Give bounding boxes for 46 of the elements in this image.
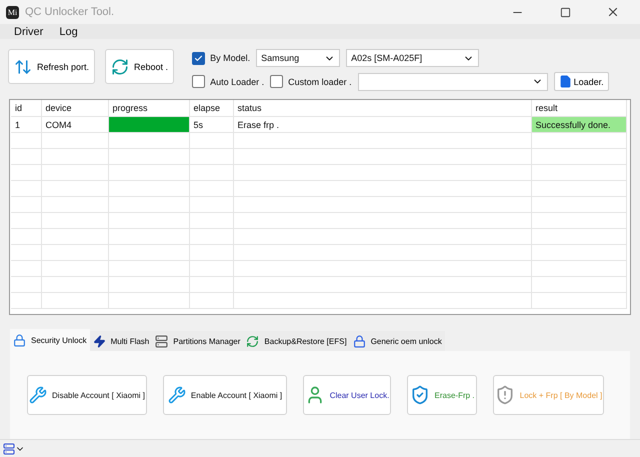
column-header[interactable]: device [41, 100, 108, 116]
brand-select[interactable]: Samsung [256, 49, 340, 67]
tab[interactable]: Backup&Restore [EFS] [243, 331, 350, 351]
table-cell: Erase frp . [233, 116, 531, 132]
loader-button[interactable]: Loader. [554, 72, 609, 91]
window-title: QC Unlocker Tool. [25, 6, 116, 18]
tools-icon [29, 386, 48, 404]
file-icon [558, 75, 572, 88]
tools-icon [168, 386, 186, 404]
tab[interactable]: Multi Flash [90, 331, 152, 351]
arrows-icon [14, 58, 32, 76]
tab[interactable]: Partitions Manager [152, 331, 244, 351]
app-logo: Mi [6, 6, 19, 18]
table-cell: 5s [189, 116, 233, 132]
shield-icon [410, 385, 430, 405]
model-select[interactable]: A02s [SM-A025F] [346, 49, 480, 67]
checkbox[interactable]: Auto Loader . [192, 75, 264, 88]
action-button[interactable]: Erase-Frp . [407, 375, 477, 415]
check-icon [194, 54, 204, 62]
result-cell: Successfully done. [531, 116, 626, 132]
toolbar-button[interactable]: Reboot . [105, 49, 174, 84]
checkbox[interactable]: Custom loader . [270, 75, 352, 88]
checkbox[interactable]: By Model. [192, 52, 250, 64]
shield-icon [494, 385, 515, 405]
server-icon [155, 334, 168, 348]
tab[interactable]: Security Unlock [10, 329, 90, 351]
column-header[interactable]: id [11, 100, 41, 116]
action-button[interactable]: Clear User Lock. [303, 375, 391, 415]
lightning-icon [92, 334, 106, 348]
table-cell: 1 [11, 116, 41, 132]
menu-item[interactable]: Log [59, 26, 78, 38]
column-header[interactable]: status [233, 100, 531, 116]
close-icon[interactable] [606, 5, 620, 19]
maximize-icon[interactable] [560, 6, 570, 18]
lock-icon [13, 334, 26, 346]
action-button[interactable]: Disable Account [ Xiaomi ] [27, 375, 147, 415]
reboot-icon [111, 58, 130, 76]
column-header[interactable]: elapse [189, 100, 233, 116]
table-cell: COM4 [41, 116, 108, 132]
lock-icon [352, 334, 366, 348]
tab[interactable]: Generic oem unlock [350, 331, 445, 351]
menu-item[interactable]: Driver [14, 26, 44, 38]
toolbar-button[interactable]: Refresh port. [8, 49, 96, 84]
action-button[interactable]: Enable Account [ Xiaomi ] [163, 375, 287, 415]
refresh-icon [246, 334, 260, 348]
status-icon[interactable] [3, 442, 15, 454]
